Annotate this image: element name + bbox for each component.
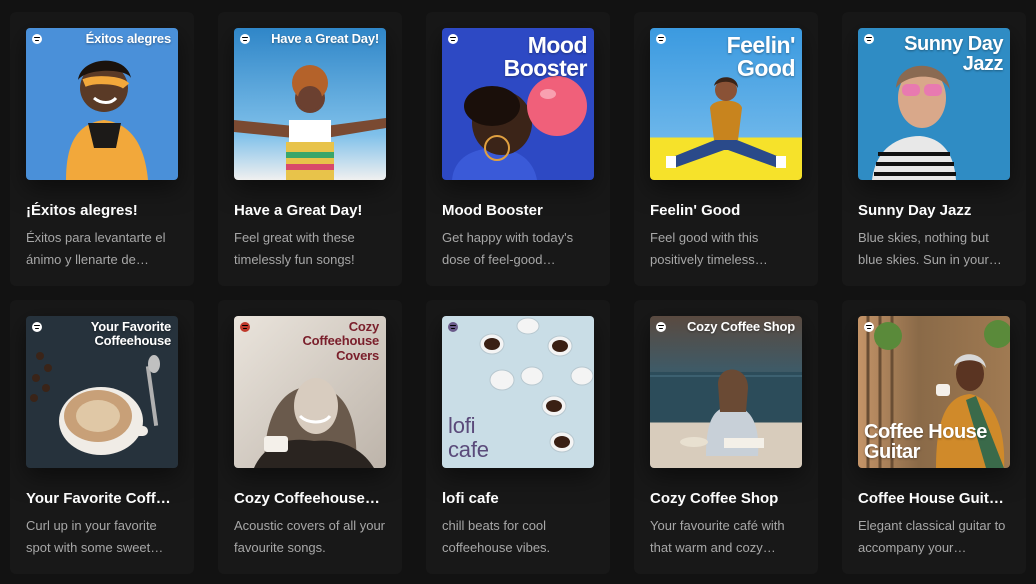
cover-title-text: Feelin' Good xyxy=(726,32,796,81)
playlist-title[interactable]: lofi cafe xyxy=(442,490,594,507)
playlist-card-cozy-coffee-shop[interactable]: Cozy Coffee Shop Cozy Coffee Shop Your f… xyxy=(634,300,818,574)
cover-title-text: Sunny Day Jazz xyxy=(904,33,1003,75)
playlist-description: Acoustic covers of all your favourite so… xyxy=(234,518,386,555)
playlist-card-sunny-day-jazz[interactable]: Sunny Day Jazz Sunny Day Jazz Blue skies… xyxy=(842,12,1026,286)
playlist-description: Your favourite café with that warm and c… xyxy=(650,518,785,555)
playlist-cover: Coffee House Guitar xyxy=(858,316,1010,468)
playlist-title[interactable]: ¡Éxitos alegres! xyxy=(26,202,178,219)
spotify-logo-icon xyxy=(656,34,666,44)
spotify-logo-icon xyxy=(240,34,250,44)
playlist-description: Get happy with today's dose of feel-good… xyxy=(442,230,574,267)
playlist-card-coffee-house-guitar[interactable]: Coffee House Guitar Coffee House Guit… E… xyxy=(842,300,1026,574)
spotify-logo-icon xyxy=(448,34,458,44)
cover-art-person xyxy=(66,60,148,180)
playlist-card-have-a-great-day[interactable]: Have a Great Day! Have a Great Day! Feel… xyxy=(218,12,402,286)
playlist-cover: lofi cafe xyxy=(442,316,594,468)
cover-art-person xyxy=(650,369,802,456)
playlist-description: Elegant classical guitar to accompany yo… xyxy=(858,518,1006,555)
playlist-card-mood-booster[interactable]: Mood Booster Mood Booster Get happy with… xyxy=(426,12,610,286)
cover-title-text: Your Favorite Coffeehouse xyxy=(90,319,171,349)
playlist-description: Curl up in your favorite spot with some … xyxy=(26,518,164,555)
playlist-card-feelin-good[interactable]: Feelin' Good Feelin' Good Feel good with… xyxy=(634,12,818,286)
spotify-logo-icon xyxy=(864,322,874,332)
playlist-title[interactable]: Have a Great Day! xyxy=(234,202,386,219)
playlist-title[interactable]: Coffee House Guit… xyxy=(858,490,1010,507)
playlist-title[interactable]: Mood Booster xyxy=(442,202,594,219)
playlist-cover: Cozy Coffeehouse Covers xyxy=(234,316,386,468)
playlist-description: Blue skies, nothing but blue skies. Sun … xyxy=(858,230,1002,267)
playlist-cover: Cozy Coffee Shop xyxy=(650,316,802,468)
playlist-title[interactable]: Feelin' Good xyxy=(650,202,802,219)
cover-art-person xyxy=(234,65,386,180)
cover-title-text: Have a Great Day! xyxy=(271,31,379,46)
playlist-cover: Your Favorite Coffeehouse xyxy=(26,316,178,468)
playlist-cover: Éxitos alegres xyxy=(26,28,178,180)
playlist-card-cozy-coffeehouse-covers[interactable]: Cozy Coffeehouse Covers Cozy Coffeehouse… xyxy=(218,300,402,574)
playlist-title[interactable]: Sunny Day Jazz xyxy=(858,202,1010,219)
playlist-title[interactable]: Cozy Coffee Shop xyxy=(650,490,802,507)
spotify-logo-icon xyxy=(240,322,250,332)
playlist-description: Éxitos para levantarte el ánimo y llenar… xyxy=(26,230,166,267)
playlist-description: Feel great with these timelessly fun son… xyxy=(234,230,355,267)
cover-title-text: lofi cafe xyxy=(448,412,489,462)
playlist-title[interactable]: Your Favorite Coff… xyxy=(26,490,178,507)
spotify-logo-icon xyxy=(864,34,874,44)
playlist-cover: Feelin' Good xyxy=(650,28,802,180)
playlist-description: chill beats for cool coffeehouse vibes. xyxy=(442,518,551,555)
playlist-card-lofi-cafe[interactable]: lofi cafe lofi cafe chill beats for cool… xyxy=(426,300,610,574)
cover-title-text: Coffee House Guitar xyxy=(864,421,987,463)
playlist-cover: Mood Booster xyxy=(442,28,594,180)
playlist-grid: Éxitos alegres ¡Éxitos alegres! Éxitos p… xyxy=(10,12,1026,574)
playlist-title[interactable]: Cozy Coffeehouse… xyxy=(234,490,386,507)
spotify-logo-icon xyxy=(448,322,458,332)
cover-title-text: Cozy Coffeehouse Covers xyxy=(302,319,379,363)
spotify-logo-icon xyxy=(32,322,42,332)
cover-title-text: Éxitos alegres xyxy=(85,31,172,46)
playlist-cover: Have a Great Day! xyxy=(234,28,386,180)
playlist-cover: Sunny Day Jazz xyxy=(858,28,1010,180)
playlist-card-your-favorite-coffeehouse[interactable]: Your Favorite Coffeehouse Your Favorite … xyxy=(10,300,194,574)
playlist-card-exitos-alegres[interactable]: Éxitos alegres ¡Éxitos alegres! Éxitos p… xyxy=(10,12,194,286)
spotify-logo-icon xyxy=(32,34,42,44)
cover-title-text: Mood Booster xyxy=(503,32,588,81)
spotify-logo-icon xyxy=(656,322,666,332)
cover-title-text: Cozy Coffee Shop xyxy=(686,319,795,334)
playlist-description: Feel good with this positively timeless… xyxy=(650,230,768,267)
